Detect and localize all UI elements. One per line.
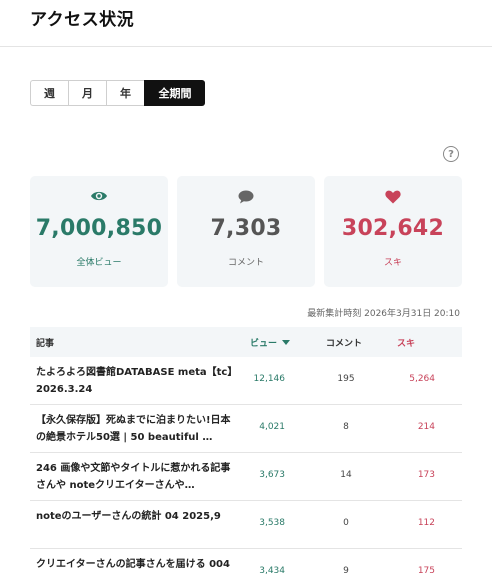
page-title: アクセス状況 bbox=[30, 10, 135, 30]
views-total-value: 7,000,850 bbox=[35, 216, 163, 241]
help-icon[interactable]: ? bbox=[443, 146, 459, 162]
title-divider bbox=[0, 46, 492, 47]
article-likes: 173 bbox=[417, 470, 435, 480]
views-stat-card: 7,000,850 全体ビュー bbox=[30, 176, 168, 287]
eye-icon bbox=[30, 190, 168, 202]
sort-down-icon bbox=[282, 339, 291, 345]
article-title-link[interactable]: 246 画像や文節やタイトルに惹かれる記事さんや noteクリエイターさんや… bbox=[36, 460, 240, 494]
article-comments: 9 bbox=[343, 566, 349, 576]
article-views: 3,434 bbox=[259, 566, 285, 576]
article-title-link[interactable]: たよろよろ図書館DATABASE meta【tc】2026.3.24 bbox=[36, 364, 240, 398]
column-header-comments[interactable]: コメント bbox=[326, 336, 362, 349]
article-likes: 214 bbox=[417, 422, 435, 432]
tab-all-time[interactable]: 全期間 bbox=[144, 80, 205, 106]
article-views: 3,538 bbox=[259, 518, 285, 528]
article-comments: 0 bbox=[343, 518, 349, 528]
comments-total-value: 7,303 bbox=[210, 216, 282, 241]
updated-at: 最新集計時刻 2026年3月31日 20:10 bbox=[307, 309, 460, 319]
heart-icon bbox=[324, 190, 462, 204]
article-table: たよろよろ図書館DATABASE meta【tc】2026.3.24 12,14… bbox=[30, 357, 462, 579]
table-row: 246 画像や文節やタイトルに惹かれる記事さんや noteクリエイターさんや… … bbox=[30, 453, 462, 501]
article-title-link[interactable]: クリエイターさんの記事さんを届ける 004 bbox=[36, 556, 240, 573]
article-likes: 175 bbox=[417, 566, 435, 576]
period-tabs: 週 月 年 全期間 bbox=[30, 80, 205, 106]
comments-stat-card: 7,303 コメント bbox=[177, 176, 315, 287]
comments-total-label: コメント bbox=[227, 258, 264, 268]
views-total-label: 全体ビュー bbox=[76, 258, 122, 268]
article-views: 3,673 bbox=[259, 470, 285, 480]
article-comments: 14 bbox=[340, 470, 352, 480]
tab-year[interactable]: 年 bbox=[106, 80, 144, 106]
article-comments: 8 bbox=[343, 422, 349, 432]
table-row: たよろよろ図書館DATABASE meta【tc】2026.3.24 12,14… bbox=[30, 357, 462, 405]
article-likes: 5,264 bbox=[409, 374, 435, 384]
article-title-link[interactable]: 【永久保存版】死ぬまでに泊まりたい!日本の絶景ホテル50選 | 50 beaut… bbox=[36, 412, 240, 446]
speech-bubble-icon bbox=[177, 190, 315, 204]
table-row: noteのユーザーさんの統計 04 2025,9 3,538 0 112 bbox=[30, 501, 462, 549]
column-header-likes[interactable]: スキ bbox=[397, 336, 415, 349]
likes-stat-card: 302,642 スキ bbox=[324, 176, 462, 287]
column-header-views[interactable]: ビュー bbox=[250, 336, 291, 349]
table-row: 【永久保存版】死ぬまでに泊まりたい!日本の絶景ホテル50選 | 50 beaut… bbox=[30, 405, 462, 453]
tab-month[interactable]: 月 bbox=[68, 80, 106, 106]
table-row: クリエイターさんの記事さんを届ける 004 3,434 9 175 bbox=[30, 549, 462, 579]
table-header: 記事 ビュー コメント スキ bbox=[30, 327, 462, 357]
tab-week[interactable]: 週 bbox=[30, 80, 68, 106]
column-header-article: 記事 bbox=[36, 338, 55, 349]
article-title-link[interactable]: noteのユーザーさんの統計 04 2025,9 bbox=[36, 508, 240, 525]
article-views: 4,021 bbox=[259, 422, 285, 432]
article-comments: 195 bbox=[337, 374, 355, 384]
article-likes: 112 bbox=[417, 518, 435, 528]
column-header-views-label: ビュー bbox=[250, 338, 278, 349]
likes-total-label: スキ bbox=[383, 258, 402, 268]
likes-total-value: 302,642 bbox=[341, 216, 445, 241]
article-views: 12,146 bbox=[253, 374, 286, 384]
